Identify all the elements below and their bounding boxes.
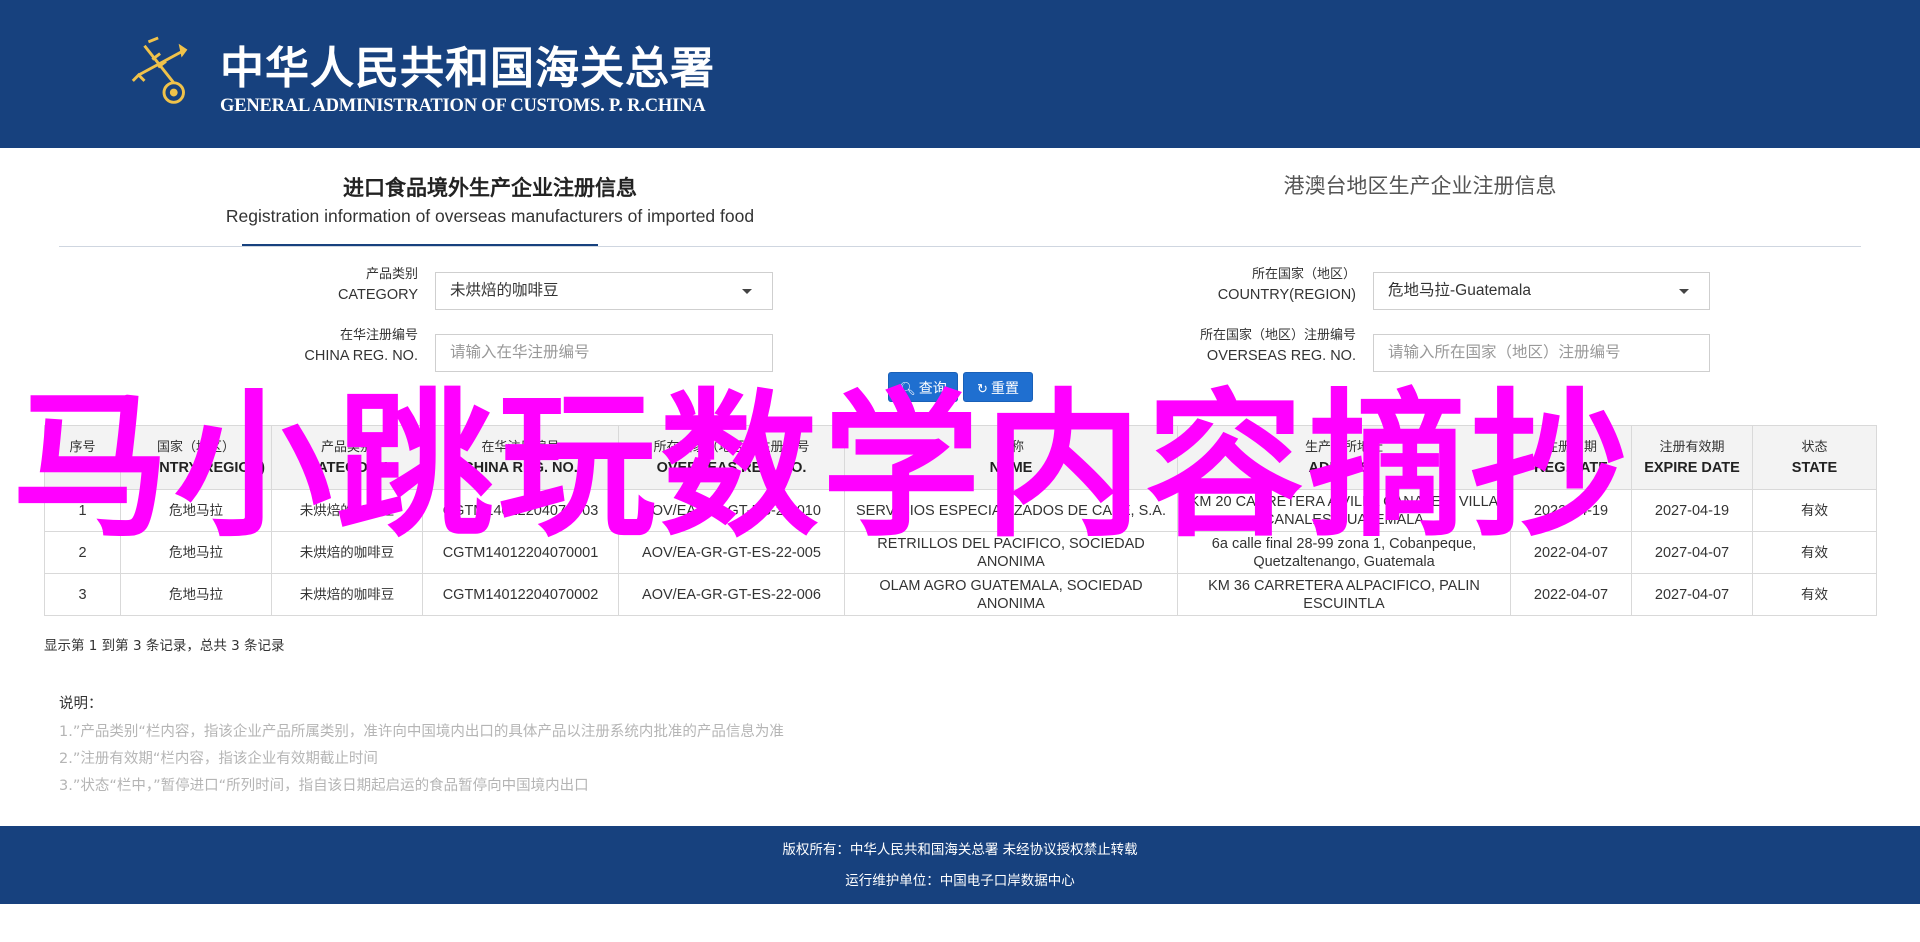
cell-category: 未烘焙的咖啡豆 bbox=[271, 573, 423, 616]
site-title-cn: 中华人民共和国海关总署 bbox=[220, 43, 715, 94]
tab-label-cn: 进口食品境外生产企业注册信息 bbox=[343, 175, 637, 200]
china-reg-label-cn: 在华注册编号 bbox=[339, 327, 418, 342]
note-item: 2.”注册有效期“栏内容，指该企业有效期截止时间 bbox=[59, 751, 378, 767]
note-item: 1.”产品类别“栏内容，指该企业产品所属类别，准许向中国境内出口的具体产品以注册… bbox=[59, 724, 784, 740]
category-select[interactable]: 未烘焙的咖啡豆 bbox=[435, 272, 773, 310]
cell-no: 3 bbox=[44, 573, 121, 616]
overseas-reg-label-cn: 所在国家（地区）注册编号 bbox=[1199, 327, 1356, 342]
tab-hk-macao-taiwan[interactable]: 港澳台地区生产企业注册信息 bbox=[1230, 170, 1610, 200]
overseas-reg-label: 所在国家（地区）注册编号 OVERSEAS REG. NO. bbox=[1100, 325, 1356, 367]
chevron-down-icon bbox=[1679, 289, 1689, 294]
site-footer: 版权所有：中华人民共和国海关总署 未经协议授权禁止转载 运行维护单位：中国电子口… bbox=[0, 826, 1920, 904]
tab-overseas-manufacturers[interactable]: 进口食品境外生产企业注册信息 Registration information … bbox=[220, 150, 760, 246]
footer-maintainer: 运行维护单位：中国电子口岸数据中心 bbox=[845, 873, 1075, 889]
site-title-en: GENERAL ADMINISTRATION OF CUSTOMS. P. R.… bbox=[220, 96, 706, 116]
customs-emblem-icon bbox=[131, 36, 188, 104]
country-label: 所在国家（地区） COUNTRY(REGION) bbox=[1100, 264, 1356, 306]
country-select-value: 危地马拉-Guatemala bbox=[1388, 282, 1531, 299]
cell-country: 危地马拉 bbox=[120, 573, 272, 616]
china-reg-label-en: CHINA REG. NO. bbox=[304, 348, 418, 364]
cell-reg-date: 2022-04-07 bbox=[1510, 573, 1632, 616]
country-select[interactable]: 危地马拉-Guatemala bbox=[1373, 272, 1710, 310]
cell-china-reg: CGTM14012204070002 bbox=[422, 573, 619, 616]
category-label-en: CATEGORY bbox=[337, 287, 418, 303]
category-label-cn: 产品类别 bbox=[365, 266, 418, 281]
tabs-divider bbox=[59, 246, 1861, 247]
note-item: 3.”状态“栏中，”暂停进口“所列时间，指自该日期起启运的食品暂停向中国境内出口 bbox=[59, 778, 589, 794]
notes-title: 说明： bbox=[59, 696, 103, 712]
china-reg-input[interactable]: 请输入在华注册编号 bbox=[435, 334, 773, 372]
watermark-overlay: 马小跳玩数学内容摘抄 bbox=[12, 375, 1632, 559]
cell-name: OLAM AGRO GUATEMALA, SOCIEDAD ANONIMA bbox=[844, 573, 1178, 616]
cell-expire-date: 2027-04-07 bbox=[1631, 573, 1753, 616]
china-reg-label: 在华注册编号 CHINA REG. NO. bbox=[220, 325, 418, 367]
table-row[interactable]: 3 危地马拉 未烘焙的咖啡豆 CGTM14012204070002 AOV/EA… bbox=[44, 573, 1877, 616]
cell-overseas-reg: AOV/EA-GR-GT-ES-22-006 bbox=[618, 573, 845, 616]
cell-state: 有效 bbox=[1752, 573, 1877, 616]
category-select-value: 未烘焙的咖啡豆 bbox=[450, 282, 559, 299]
footer-copyright: 版权所有：中华人民共和国海关总署 未经协议授权禁止转载 bbox=[782, 842, 1138, 858]
cell-address: KM 36 CARRETERA ALPACIFICO, PALIN ESCUIN… bbox=[1177, 573, 1511, 616]
chevron-down-icon bbox=[742, 289, 752, 294]
site-header: 中华人民共和国海关总署 GENERAL ADMINISTRATION OF CU… bbox=[0, 0, 1920, 148]
overseas-reg-label-en: OVERSEAS REG. NO. bbox=[1206, 348, 1356, 364]
country-label-cn: 所在国家（地区） bbox=[1251, 266, 1356, 281]
pagination-summary: 显示第 1 到第 3 条记录，总共 3 条记录 bbox=[44, 638, 285, 654]
category-label: 产品类别 CATEGORY bbox=[220, 264, 418, 306]
overseas-reg-input[interactable]: 请输入所在国家（地区）注册编号 bbox=[1373, 334, 1710, 372]
country-label-en: COUNTRY(REGION) bbox=[1217, 287, 1356, 303]
tab-label-en: Registration information of overseas man… bbox=[225, 206, 755, 226]
